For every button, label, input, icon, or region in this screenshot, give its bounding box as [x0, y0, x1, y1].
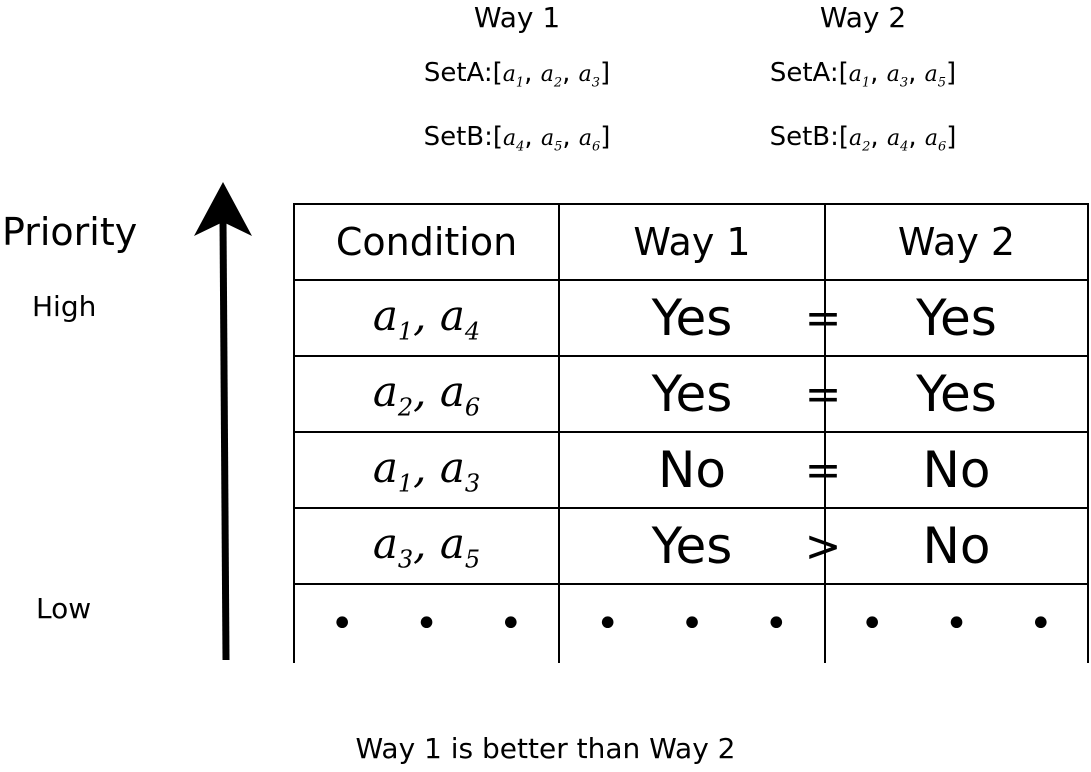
set-element: a6: [924, 126, 947, 155]
way2-cell: Yes: [824, 357, 1089, 431]
priority-arrow-icon: [194, 182, 252, 661]
condition-cell: a2, a6: [293, 357, 558, 431]
condition-cell: a3, a5: [293, 509, 558, 583]
way1-cell: Yes: [558, 357, 824, 431]
set-element: a2: [540, 62, 563, 91]
high-label: High: [32, 290, 97, 323]
comparison-table: Condition Way 1 Way 2 a1, a4 Yes Yes = a…: [293, 203, 1089, 663]
way2-setB-label: SetB:[: [769, 122, 849, 153]
priority-label: Priority: [2, 210, 138, 254]
way1-setA: SetA:[a1, a2, a3]: [423, 58, 611, 91]
way1-setB: SetB:[a4, a5, a6]: [423, 122, 611, 155]
comparison-symbol: >: [804, 521, 842, 572]
way1-cell: Yes: [558, 509, 824, 583]
way2-setB: SetB:[a2, a4, a6]: [769, 122, 957, 155]
way1-setB-label: SetB:[: [423, 122, 503, 153]
way2-setA: SetA:[a1, a3, a5]: [769, 58, 957, 91]
way1-header: Way 1 SetA:[a1, a2, a3] SetB:[a4, a5, a6…: [387, 0, 647, 165]
condition-cell: a1, a4: [293, 281, 558, 355]
set-element: a1: [502, 62, 525, 91]
ellipsis: • • •: [558, 585, 824, 663]
set-element: a2: [849, 126, 871, 155]
set-element: a4: [886, 126, 909, 155]
set-element: a5: [540, 126, 563, 155]
set-element: a3: [886, 62, 909, 91]
header-condition: Condition: [293, 205, 558, 279]
way2-header: Way 2 SetA:[a1, a3, a5] SetB:[a2, a4, a6…: [733, 0, 993, 165]
comparison-symbol: =: [804, 445, 842, 496]
header-way1: Way 1: [558, 205, 824, 279]
ellipsis: • • •: [824, 585, 1089, 663]
table-row: a3, a5 Yes No >: [293, 507, 1089, 583]
way1-title: Way 1: [473, 1, 561, 34]
way2-cell: No: [824, 509, 1089, 583]
table-row-ellipsis: • • • • • • • • •: [293, 583, 1089, 663]
condition-cell: a1, a3: [293, 433, 558, 507]
way2-setA-label: SetA:[: [769, 58, 849, 88]
table-row: a2, a6 Yes Yes =: [293, 355, 1089, 431]
way1-cell: Yes: [558, 281, 824, 355]
way1-setA-label: SetA:[: [423, 58, 503, 88]
caption: Way 1 is better than Way 2: [355, 732, 736, 765]
way2-cell: No: [824, 433, 1089, 507]
comparison-symbol: =: [804, 293, 842, 344]
table-row: a1, a4 Yes Yes =: [293, 279, 1089, 355]
set-element: a1: [848, 62, 871, 91]
table-row: a1, a3 No No =: [293, 431, 1089, 507]
ellipsis: • • •: [293, 585, 558, 663]
set-element: a3: [578, 62, 601, 91]
way2-cell: Yes: [824, 281, 1089, 355]
comparison-symbol: =: [804, 369, 842, 420]
set-element: a5: [924, 62, 947, 91]
way2-title: Way 2: [819, 1, 907, 34]
table-header-row: Condition Way 1 Way 2: [293, 203, 1089, 279]
header-way2: Way 2: [824, 205, 1089, 279]
set-element: a4: [503, 126, 525, 155]
set-element: a6: [578, 126, 601, 155]
way1-cell: No: [558, 433, 824, 507]
low-label: Low: [36, 592, 92, 625]
